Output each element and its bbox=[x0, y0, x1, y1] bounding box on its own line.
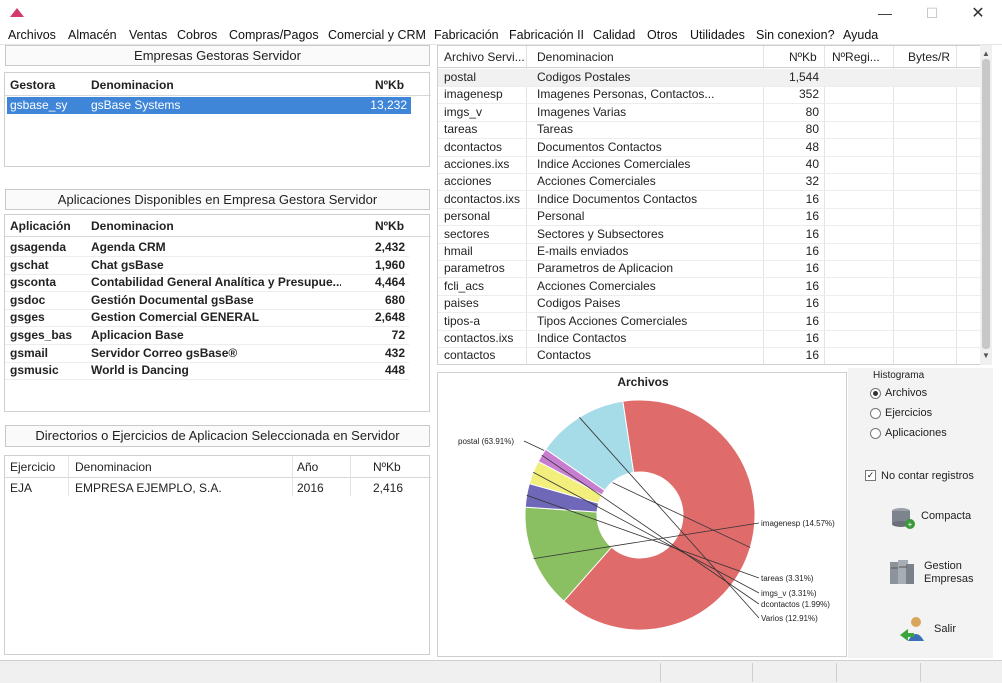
table-row[interactable]: gsbase_sy gsBase Systems 13,232 bbox=[7, 97, 411, 114]
col-denominacion: Denominacion bbox=[75, 460, 152, 474]
pie-label: dcontactos (1.99%) bbox=[761, 600, 830, 609]
status-bar bbox=[0, 660, 1002, 683]
table-row[interactable]: tareas Tareas 80 bbox=[438, 121, 991, 138]
menu-compras-pagos[interactable]: Compras/Pagos bbox=[229, 28, 319, 42]
scroll-thumb[interactable] bbox=[982, 59, 990, 349]
col-nregistros[interactable]: NºRegi... bbox=[832, 50, 880, 64]
pie-chart: Archivos postal (63.91%) imagenesp (14.57… bbox=[458, 375, 835, 631]
col-bytes-r[interactable]: Bytes/R bbox=[908, 50, 950, 64]
histograma-panel: Histograma Archivos Ejercicios Aplicacio… bbox=[848, 368, 993, 658]
menu-archivos[interactable]: Archivos bbox=[8, 28, 56, 42]
salir-button[interactable]: Salir bbox=[898, 615, 988, 645]
radio-archivos[interactable] bbox=[870, 388, 881, 399]
table-row[interactable]: acciones Acciones Comerciales 32 bbox=[438, 173, 991, 190]
menu-otros[interactable]: Otros bbox=[647, 28, 678, 42]
svg-text:+: + bbox=[908, 520, 913, 529]
pie-label: tareas (3.31%) bbox=[761, 574, 814, 583]
compacta-button[interactable]: + Compacta bbox=[888, 503, 988, 533]
menu-cobros[interactable]: Cobros bbox=[177, 28, 217, 42]
chart-title: Archivos bbox=[617, 375, 669, 389]
maximize-button[interactable]: ☐ bbox=[909, 0, 955, 26]
table-row[interactable]: acciones.ixs Indice Acciones Comerciales 4… bbox=[438, 156, 991, 173]
aplicaciones-table: Aplicación Denominacion NºKb gsagenda Age… bbox=[4, 214, 431, 412]
col-nkb: NºKb bbox=[375, 78, 405, 92]
minimize-button[interactable]: — bbox=[862, 0, 908, 26]
col-archivo[interactable]: Archivo Servi... bbox=[444, 50, 525, 64]
servers-icon bbox=[890, 560, 914, 584]
pie-label: postal (63.91%) bbox=[458, 437, 514, 446]
menu-bar: Archivos Almacén Ventas Cobros Compras/P… bbox=[0, 26, 1002, 45]
col-denominacion[interactable]: Denominacion bbox=[537, 50, 614, 64]
title-bar: — ☐ ✕ bbox=[0, 0, 1002, 26]
table-row[interactable]: personal Personal 16 bbox=[438, 208, 991, 225]
table-row[interactable]: dcontactos.ixs Indice Documentos Contacto… bbox=[438, 191, 991, 208]
archivos-chart: Archivos postal (63.91%) imagenesp (14.57… bbox=[437, 372, 847, 657]
table-row[interactable]: sectores Sectores y Subsectores 16 bbox=[438, 226, 991, 243]
ejercicios-title: Directorios o Ejercicios de Aplicacion S… bbox=[5, 425, 430, 447]
col-nkb: NºKb bbox=[373, 460, 401, 474]
table-row[interactable]: contactos Contactos 16 bbox=[438, 347, 991, 364]
close-button[interactable]: ✕ bbox=[955, 0, 1001, 26]
table-row[interactable]: gsmusic World is Dancing 448 bbox=[5, 362, 409, 379]
ejercicios-table: Ejercicio Denominacion Año NºKb EJA EMPR… bbox=[4, 455, 431, 655]
table-row[interactable]: fcli_acs Acciones Comerciales 16 bbox=[438, 278, 991, 295]
menu-fabricacion-ii[interactable]: Fabricación II bbox=[509, 28, 584, 42]
col-denominacion: Denominacion bbox=[91, 219, 174, 233]
gestoras-title: Empresas Gestoras Servidor bbox=[5, 45, 430, 66]
archivos-table: Archivo Servi... Denominacion NºKb NºReg… bbox=[437, 45, 992, 365]
histograma-title: Histograma bbox=[873, 370, 925, 381]
menu-fabricacion[interactable]: Fabricación bbox=[434, 28, 499, 42]
table-row[interactable]: dcontactos Documentos Contactos 48 bbox=[438, 139, 991, 156]
table-row[interactable]: tipos-a Tipos Acciones Comerciales 16 bbox=[438, 313, 991, 330]
col-gestora: Gestora bbox=[10, 78, 56, 92]
table-row[interactable]: postal Codigos Postales 1,544 bbox=[438, 69, 991, 86]
table-row[interactable]: gsdoc Gestión Documental gsBase 680 bbox=[5, 292, 409, 309]
col-denominacion: Denominacion bbox=[91, 78, 174, 92]
table-row[interactable]: hmail E-mails enviados 16 bbox=[438, 243, 991, 260]
col-ejercicio: Ejercicio bbox=[10, 460, 56, 474]
col-nkb[interactable]: NºKb bbox=[789, 50, 817, 64]
table-row[interactable]: gsmail Servidor Correo gsBase® 432 bbox=[5, 345, 409, 362]
col-aplicacion: Aplicación bbox=[10, 219, 71, 233]
no-contar-checkbox[interactable]: ✓ bbox=[865, 470, 876, 481]
menu-ayuda[interactable]: Ayuda bbox=[843, 28, 878, 42]
pie-label: imagenesp (14.57%) bbox=[761, 519, 835, 528]
scroll-down-icon[interactable]: ▼ bbox=[982, 351, 990, 360]
menu-sin-conexion[interactable]: Sin conexion? bbox=[756, 28, 835, 42]
table-row[interactable]: gschat Chat gsBase 1,960 bbox=[5, 257, 409, 274]
radio-aplicaciones[interactable] bbox=[870, 428, 881, 439]
menu-calidad[interactable]: Calidad bbox=[593, 28, 635, 42]
table-row[interactable]: parametros Parametros de Aplicacion 16 bbox=[438, 260, 991, 277]
col-ano: Año bbox=[297, 460, 319, 474]
menu-utilidades[interactable]: Utilidades bbox=[690, 28, 745, 42]
table-row[interactable]: gsges_bas Aplicacion Base 72 bbox=[5, 327, 409, 344]
aplicaciones-title: Aplicaciones Disponibles en Empresa Gest… bbox=[5, 189, 430, 210]
table-row[interactable]: gsagenda Agenda CRM 2,432 bbox=[5, 239, 409, 256]
table-row[interactable]: EJA EMPRESA EJEMPLO, S.A. 2016 2,416 bbox=[5, 480, 409, 497]
table-row[interactable]: imagenesp Imagenes Personas, Contactos...… bbox=[438, 86, 991, 103]
col-nkb: NºKb bbox=[375, 219, 405, 233]
menu-almacen[interactable]: Almacén bbox=[68, 28, 117, 42]
table-row[interactable]: imgs_v Imagenes Varias 80 bbox=[438, 104, 991, 121]
app-logo-icon bbox=[10, 8, 24, 17]
database-icon: + bbox=[892, 508, 915, 529]
table-row[interactable]: gsges Gestion Comercial GENERAL 2,648 bbox=[5, 309, 409, 326]
table-row[interactable]: contactos.ixs Indice Contactos 16 bbox=[438, 330, 991, 347]
menu-comercial-crm[interactable]: Comercial y CRM bbox=[328, 28, 426, 42]
gestoras-table: Gestora Denominacion NºKb gsbase_sy gsBa… bbox=[4, 72, 431, 167]
archivos-scrollbar[interactable]: ▲ ▼ bbox=[980, 45, 992, 365]
exit-user-icon bbox=[900, 617, 924, 641]
table-row[interactable]: paises Codigos Paises 16 bbox=[438, 295, 991, 312]
pie-label: Varios (12.91%) bbox=[761, 614, 818, 623]
menu-ventas[interactable]: Ventas bbox=[129, 28, 167, 42]
table-row[interactable]: gsconta Contabilidad General Analítica y … bbox=[5, 274, 409, 291]
radio-ejercicios[interactable] bbox=[870, 408, 881, 419]
gestion-empresas-button[interactable]: Gestion Empresas bbox=[884, 556, 992, 592]
pie-label: imgs_v (3.31%) bbox=[761, 589, 817, 598]
scroll-up-icon[interactable]: ▲ bbox=[982, 49, 990, 58]
